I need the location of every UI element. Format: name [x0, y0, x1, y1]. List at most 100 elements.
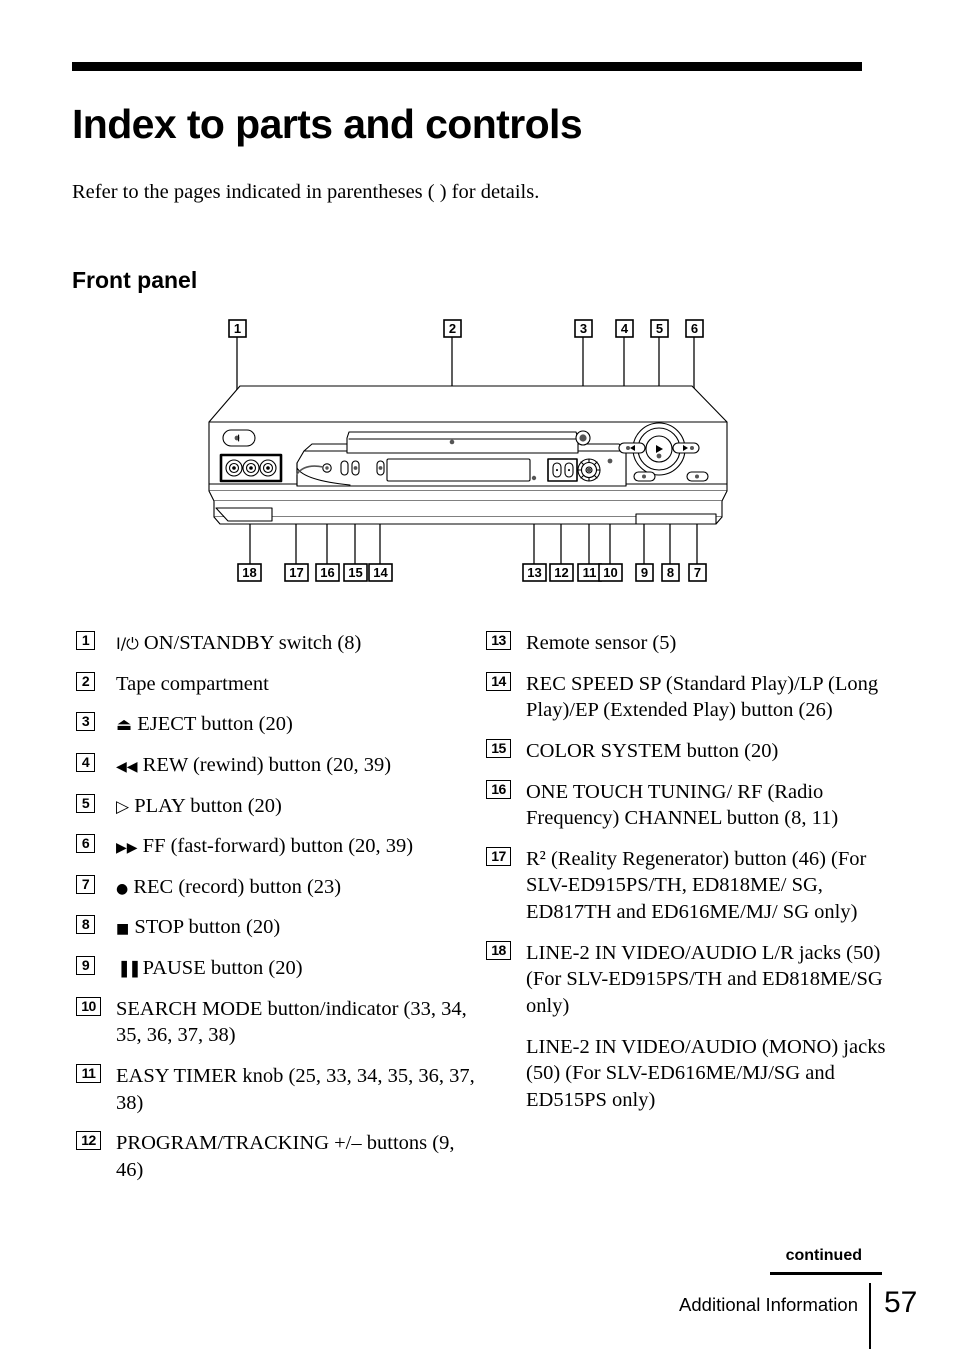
- item-number-badge: 7: [76, 874, 95, 894]
- item-number-badge: 10: [76, 996, 101, 1016]
- callout-13: 13: [522, 563, 547, 582]
- callout-9: 9: [635, 563, 654, 582]
- item-text: SEARCH MODE button/indicator (33, 34, 35…: [116, 997, 467, 1047]
- item-number-badge: 12: [76, 1131, 101, 1151]
- svg-text:15: 15: [348, 565, 362, 580]
- item-number-badge: 11: [76, 1064, 101, 1084]
- parts-list-left-column: 1 I/⏻ ON/STANDBY switch (8) 2 Tape compa…: [76, 630, 476, 1198]
- list-item: 10 SEARCH MODE button/indicator (33, 34,…: [76, 996, 476, 1049]
- power-symbol-glyph: I/⏻: [116, 634, 139, 653]
- item-text: Remote sensor (5): [526, 632, 677, 654]
- list-item: 8 ■ STOP button (20): [76, 914, 476, 941]
- callout-1: 1: [228, 319, 247, 338]
- item-number-badge: 15: [486, 738, 511, 758]
- callout-16: 16: [315, 563, 340, 582]
- item-paragraph: LINE-2 IN VIDEO/AUDIO L/R jacks (50) (Fo…: [526, 941, 883, 1018]
- item-text: ONE TOUCH TUNING/ RF (Radio Frequency) C…: [526, 780, 839, 830]
- item-text: ◀◀ REW (rewind) button (20, 39): [116, 753, 392, 776]
- item-number-badge: 5: [76, 793, 95, 813]
- list-item: 18 LINE-2 IN VIDEO/AUDIO L/R jacks (50) …: [486, 940, 886, 1114]
- item-paragraph: LINE-2 IN VIDEO/AUDIO (MONO) jacks (50) …: [526, 1035, 886, 1111]
- list-item: 15 COLOR SYSTEM button (20): [486, 738, 886, 765]
- intro-paragraph: Refer to the pages indicated in parenthe…: [72, 180, 540, 203]
- section-title-front-panel: Front panel: [72, 267, 198, 294]
- svg-text:10: 10: [603, 565, 617, 580]
- item-number-badge: 14: [486, 671, 511, 691]
- list-item: 1 I/⏻ ON/STANDBY switch (8): [76, 630, 476, 657]
- list-item: 4 ◀◀ REW (rewind) button (20, 39): [76, 752, 476, 779]
- item-number-badge: 8: [76, 915, 95, 935]
- record-symbol-glyph: ●: [116, 880, 129, 897]
- callout-11: 11: [577, 563, 602, 582]
- page-number: 57: [884, 1286, 918, 1319]
- item-number-badge: 6: [76, 834, 95, 854]
- list-item: 6 ▶▶ FF (fast-forward) button (20, 39): [76, 833, 476, 860]
- item-text: LINE-2 IN VIDEO/AUDIO L/R jacks (50) (Fo…: [526, 940, 886, 1114]
- rewind-symbol-glyph: ◀◀: [116, 758, 138, 775]
- item-number-badge: 3: [76, 712, 95, 732]
- list-item: 16 ONE TOUCH TUNING/ RF (Radio Frequency…: [486, 779, 886, 832]
- list-item: 2 Tape compartment: [76, 671, 476, 698]
- item-number-badge: 9: [76, 956, 95, 976]
- list-item: 5 ▷ PLAY button (20): [76, 793, 476, 820]
- footer-section-label: Additional Information: [679, 1294, 858, 1315]
- item-text: PROGRAM/TRACKING +/– buttons (9, 46): [116, 1132, 455, 1181]
- item-text: REC SPEED SP (Standard Play)/LP (Long Pl…: [526, 672, 879, 722]
- callout-15: 15: [343, 563, 368, 582]
- list-item: 14 REC SPEED SP (Standard Play)/LP (Long…: [486, 671, 886, 724]
- item-text: ■ STOP button (20): [116, 916, 281, 939]
- svg-text:11: 11: [583, 565, 597, 580]
- continued-label: continued: [785, 1247, 862, 1264]
- page-title: Index to parts and controls: [72, 101, 583, 148]
- item-text: ▶▶ FF (fast-forward) button (20, 39): [116, 835, 414, 858]
- callout-4: 4: [615, 319, 634, 338]
- item-number-badge: 16: [486, 779, 511, 799]
- list-item: 13 Remote sensor (5): [486, 630, 886, 657]
- callout-3: 3: [574, 319, 593, 338]
- parts-list-right-column: 13 Remote sensor (5) 14 REC SPEED SP (St…: [486, 630, 886, 1128]
- callout-14: 14: [368, 563, 393, 582]
- svg-text:13: 13: [527, 565, 541, 580]
- front-panel-diagram: 1 2 3 4 5 6 18 17 16 15 14 13 12 11 10 9…: [200, 318, 740, 588]
- svg-text:6: 6: [691, 321, 698, 336]
- callout-18: 18: [237, 563, 262, 582]
- callout-7: 7: [688, 563, 707, 582]
- play-symbol-glyph: ▷: [116, 796, 130, 817]
- list-item: 7 ● REC (record) button (23): [76, 874, 476, 901]
- pause-symbol-glyph: ▐▐: [116, 962, 138, 979]
- callout-6: 6: [685, 319, 704, 338]
- item-number-badge: 2: [76, 671, 95, 691]
- svg-text:4: 4: [621, 321, 629, 336]
- item-text: ▐▐ PAUSE button (20): [116, 957, 303, 980]
- item-number-badge: 13: [486, 631, 511, 650]
- callout-5: 5: [650, 319, 669, 338]
- callout-10: 10: [598, 563, 623, 582]
- svg-text:17: 17: [289, 565, 303, 580]
- svg-text:2: 2: [449, 321, 456, 336]
- list-item: 9 ▐▐ PAUSE button (20): [76, 955, 476, 982]
- item-number-badge: 1: [76, 631, 95, 650]
- svg-text:3: 3: [580, 321, 587, 336]
- svg-text:5: 5: [656, 321, 663, 336]
- item-text: ● REC (record) button (23): [116, 875, 342, 898]
- item-number-badge: 17: [486, 846, 511, 866]
- item-text: COLOR SYSTEM button (20): [526, 739, 779, 762]
- svg-text:18: 18: [242, 565, 256, 580]
- item-text: Tape compartment: [116, 672, 269, 695]
- list-item: 11 EASY TIMER knob (25, 33, 34, 35, 36, …: [76, 1063, 476, 1116]
- svg-text:16: 16: [320, 565, 334, 580]
- stop-symbol-glyph: ■: [116, 921, 130, 938]
- item-text: ▷ PLAY button (20): [116, 794, 282, 817]
- list-item: 12 PROGRAM/TRACKING +/– buttons (9, 46): [76, 1130, 476, 1183]
- document-page: Index to parts and controls Refer to the…: [0, 0, 954, 1352]
- svg-text:9: 9: [641, 565, 648, 580]
- svg-text:12: 12: [554, 565, 568, 580]
- callout-12: 12: [549, 563, 574, 582]
- callout-17: 17: [284, 563, 309, 582]
- svg-text:7: 7: [694, 565, 701, 580]
- fast-forward-symbol-glyph: ▶▶: [116, 840, 138, 857]
- item-text: ⏏ EJECT button (20): [116, 713, 293, 736]
- item-text: R² (Reality Regenerator) button (46) (Fo…: [526, 847, 867, 924]
- callout-8: 8: [661, 563, 680, 582]
- title-top-rule: [72, 62, 862, 71]
